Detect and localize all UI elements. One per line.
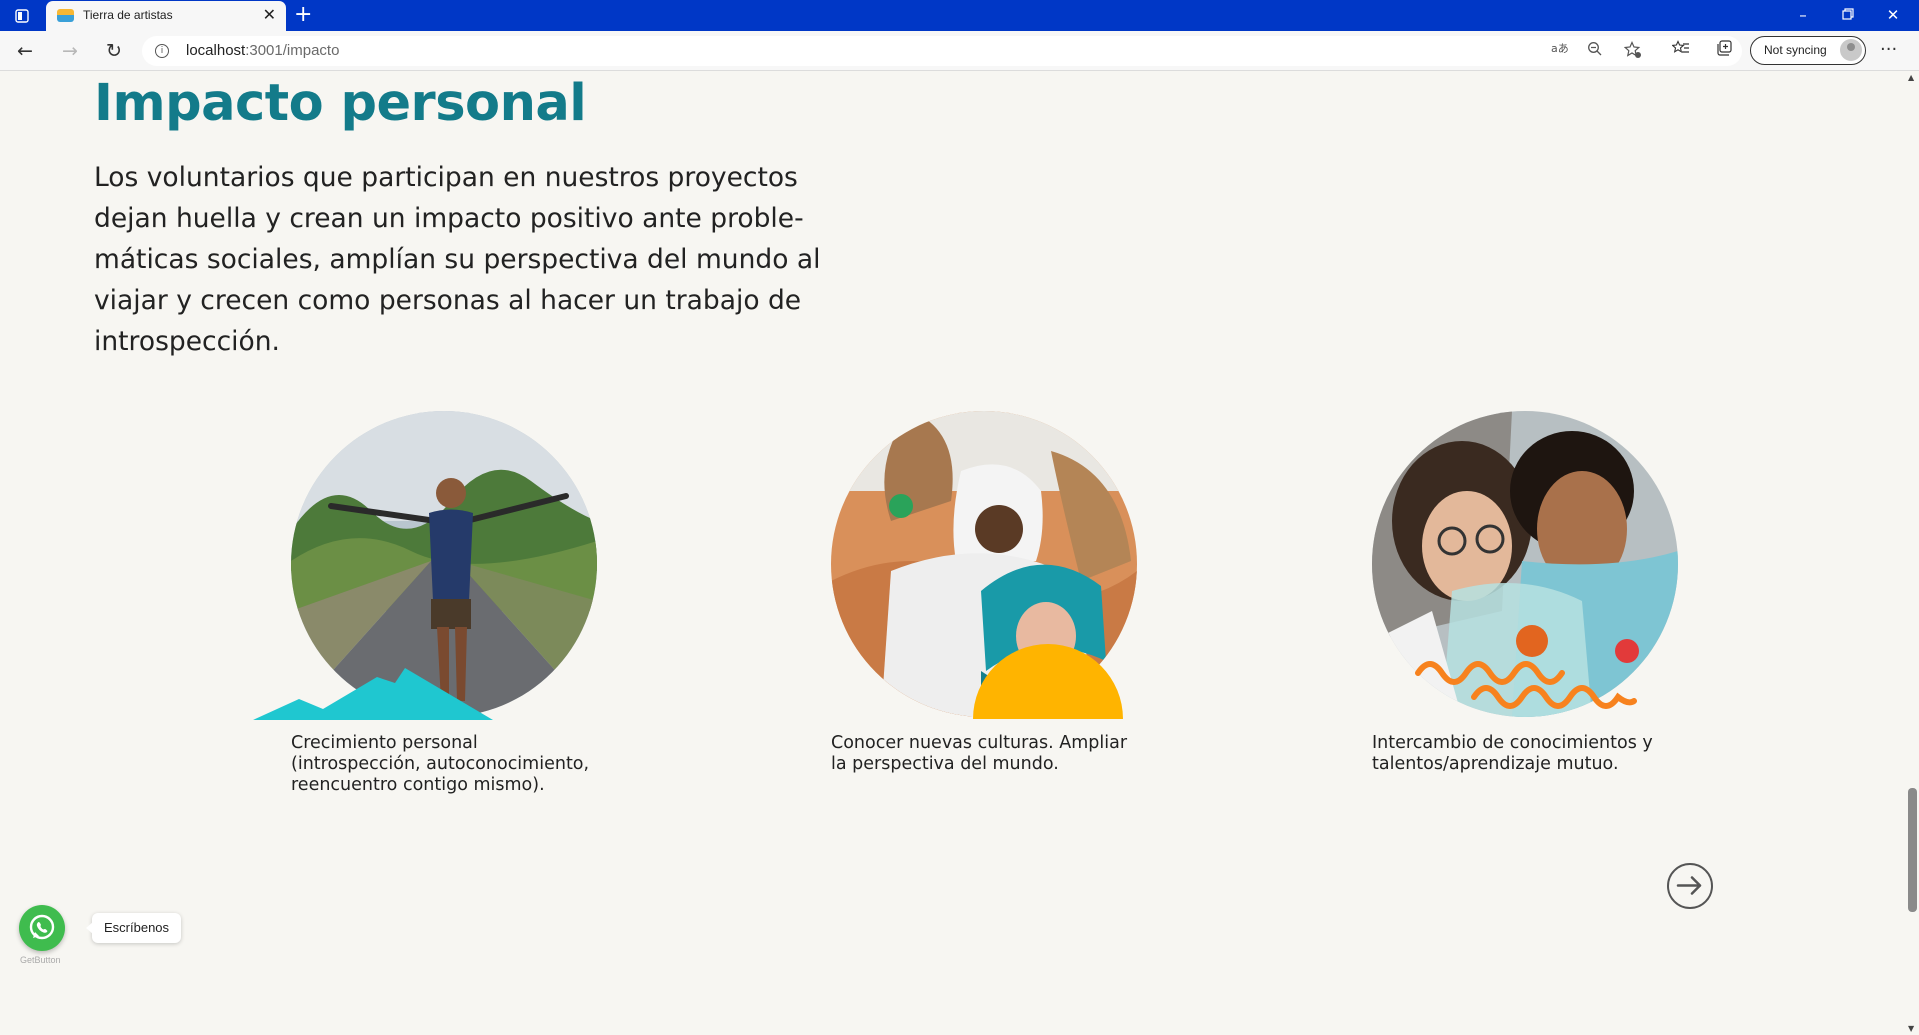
tab-tierra-de-artistas[interactable]: Tierra de artistas ✕ (46, 1, 286, 31)
forward-icon[interactable]: → (57, 39, 83, 63)
caption-line: Conocer nuevas culturas. Ampliar (831, 733, 1128, 753)
collections-icon[interactable] (1713, 39, 1737, 64)
site-favicon-icon (57, 9, 74, 22)
back-icon[interactable]: ← (12, 39, 38, 63)
intro-paragraph: Los voluntarios que participan en nuestr… (94, 157, 854, 362)
caption-line: la perspectiva del mundo. (831, 754, 1059, 774)
site-info-icon[interactable]: i (155, 44, 169, 58)
workspaces-icon[interactable] (14, 8, 30, 24)
new-tab-icon[interactable]: + (294, 3, 312, 27)
card-caption: Crecimiento personal (introspección, aut… (291, 733, 621, 796)
browser-toolbar: ← → ↻ i localhost:3001/impacto aあ Not sy… (0, 31, 1919, 71)
whatsapp-tooltip[interactable]: Escríbenos (85, 913, 182, 943)
url-host: localhost (186, 42, 246, 59)
address-bar[interactable]: i localhost:3001/impacto aあ (142, 36, 1742, 66)
intro-line: viajar y crecen como personas al hacer u… (94, 285, 802, 316)
page-scrollbar[interactable]: ▲ ▼ (1905, 71, 1919, 1035)
zoom-out-icon[interactable] (1585, 41, 1605, 61)
caption-line: Intercambio de conocimientos y (1372, 733, 1653, 753)
svg-text:aあ: aあ (1551, 42, 1569, 55)
intro-line: introspección. (94, 326, 280, 357)
favorite-star-icon[interactable] (1623, 41, 1643, 63)
intro-line: Los voluntarios que participan en nuestr… (94, 162, 798, 193)
browser-titlebar: Tierra de artistas ✕ + – ✕ (0, 0, 1919, 31)
scrollbar-thumb[interactable] (1908, 788, 1917, 912)
tab-title: Tierra de artistas (83, 8, 173, 22)
sync-label: Not syncing (1764, 43, 1827, 57)
more-options-icon[interactable]: ··· (1880, 39, 1897, 60)
mountain-decoration-icon (253, 668, 493, 720)
scroll-up-icon[interactable]: ▲ (1908, 73, 1914, 82)
profile-sync-button[interactable]: Not syncing (1750, 36, 1866, 65)
page-content: Impacto personal Los voluntarios que par… (0, 71, 1905, 1035)
caption-line: reencuentro contigo mismo). (291, 775, 545, 795)
refresh-icon[interactable]: ↻ (101, 39, 127, 63)
photo-frame (793, 411, 1137, 721)
photo-frame (253, 411, 597, 721)
sun-decoration-icon (973, 644, 1123, 719)
close-window-icon[interactable]: ✕ (1871, 4, 1915, 26)
close-tab-icon[interactable]: ✕ (263, 6, 276, 24)
avatar (1840, 39, 1862, 61)
squiggle-decoration-icon (1415, 661, 1637, 709)
whatsapp-icon (29, 914, 55, 940)
favorites-icon[interactable] (1669, 39, 1693, 63)
card-caption: Conocer nuevas culturas. Ampliar la pers… (831, 733, 1161, 775)
intro-line: dejan huella y crean un impacto positivo… (94, 203, 804, 234)
restore-icon[interactable] (1826, 4, 1870, 26)
caption-line: (introspección, autoconocimiento, (291, 754, 590, 774)
caption-line: talentos/aprendizaje mutuo. (1372, 754, 1619, 774)
url-path: :3001/impacto (245, 42, 340, 59)
card-caption: Intercambio de conocimientos y talentos/… (1372, 733, 1702, 775)
caption-line: Crecimiento personal (291, 733, 478, 753)
carousel-next-button[interactable] (1667, 863, 1713, 909)
url-text[interactable]: localhost:3001/impacto (186, 42, 339, 59)
minimize-icon[interactable]: – (1781, 4, 1825, 26)
whatsapp-chat-button[interactable] (19, 905, 65, 951)
intro-line: máticas sociales, amplían su perspectiva… (94, 244, 821, 275)
scroll-down-icon[interactable]: ▼ (1908, 1024, 1914, 1033)
read-aloud-icon[interactable]: aあ (1550, 41, 1570, 59)
getbutton-brand[interactable]: GetButton (20, 955, 61, 965)
page-title: Impacto personal (94, 74, 587, 133)
photo-frame (1334, 411, 1678, 721)
arrow-right-icon (1676, 876, 1702, 895)
